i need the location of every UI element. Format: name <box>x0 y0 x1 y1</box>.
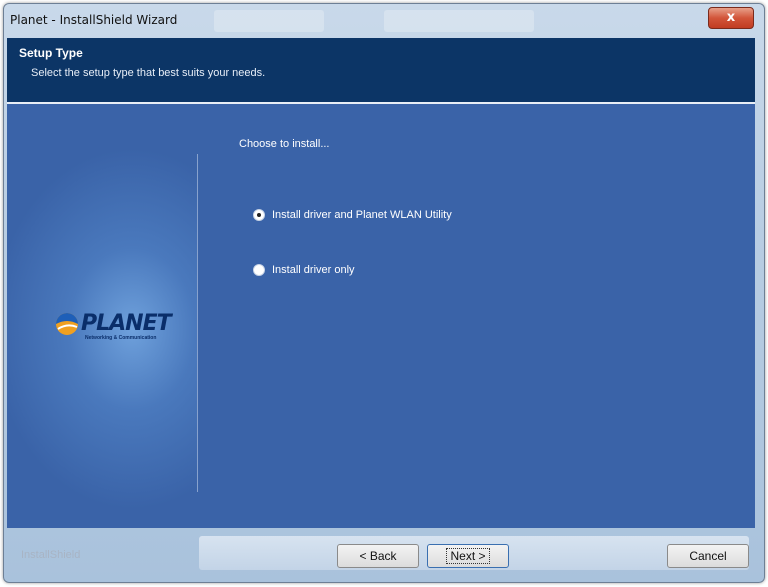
install-prompt: Choose to install... <box>239 138 330 150</box>
installshield-brand: InstallShield <box>21 549 81 561</box>
option-driver-and-utility[interactable]: Install driver and Planet WLAN Utility <box>253 209 452 221</box>
close-button[interactable]: x <box>708 7 754 29</box>
next-button[interactable]: Next > <box>427 544 509 568</box>
planet-logo: PLANET Networking & Communication <box>49 308 179 348</box>
window-title: Planet - InstallShield Wizard <box>10 13 178 27</box>
header-subtitle: Select the setup type that best suits yo… <box>31 67 266 79</box>
back-button[interactable]: < Back <box>337 544 419 568</box>
option-driver-only[interactable]: Install driver only <box>253 264 355 276</box>
panel-divider <box>197 154 198 492</box>
title-bar[interactable]: Planet - InstallShield Wizard x <box>4 4 764 38</box>
next-button-label: Next > <box>446 548 490 564</box>
option-label[interactable]: Install driver and Planet WLAN Utility <box>272 209 452 221</box>
radio-button-unchecked[interactable] <box>253 264 265 276</box>
header-title: Setup Type <box>19 46 83 60</box>
installer-window: Planet - InstallShield Wizard x Setup Ty… <box>3 3 765 583</box>
wizard-content: PLANET Networking & Communication Choose… <box>7 104 755 528</box>
background-window-ghost <box>214 10 324 32</box>
background-window-ghost <box>384 10 534 32</box>
wizard-footer: InstallShield < Back Next > Cancel <box>7 528 755 572</box>
radio-button-checked[interactable] <box>253 209 265 221</box>
wizard-header: Setup Type Select the setup type that be… <box>7 38 755 102</box>
logo-tagline: Networking & Communication <box>85 335 157 341</box>
planet-globe-icon <box>56 313 78 335</box>
option-label[interactable]: Install driver only <box>272 264 355 276</box>
cancel-button[interactable]: Cancel <box>667 544 749 568</box>
branding-panel: PLANET Networking & Communication <box>7 104 197 528</box>
logo-wordmark: PLANET <box>81 311 172 336</box>
